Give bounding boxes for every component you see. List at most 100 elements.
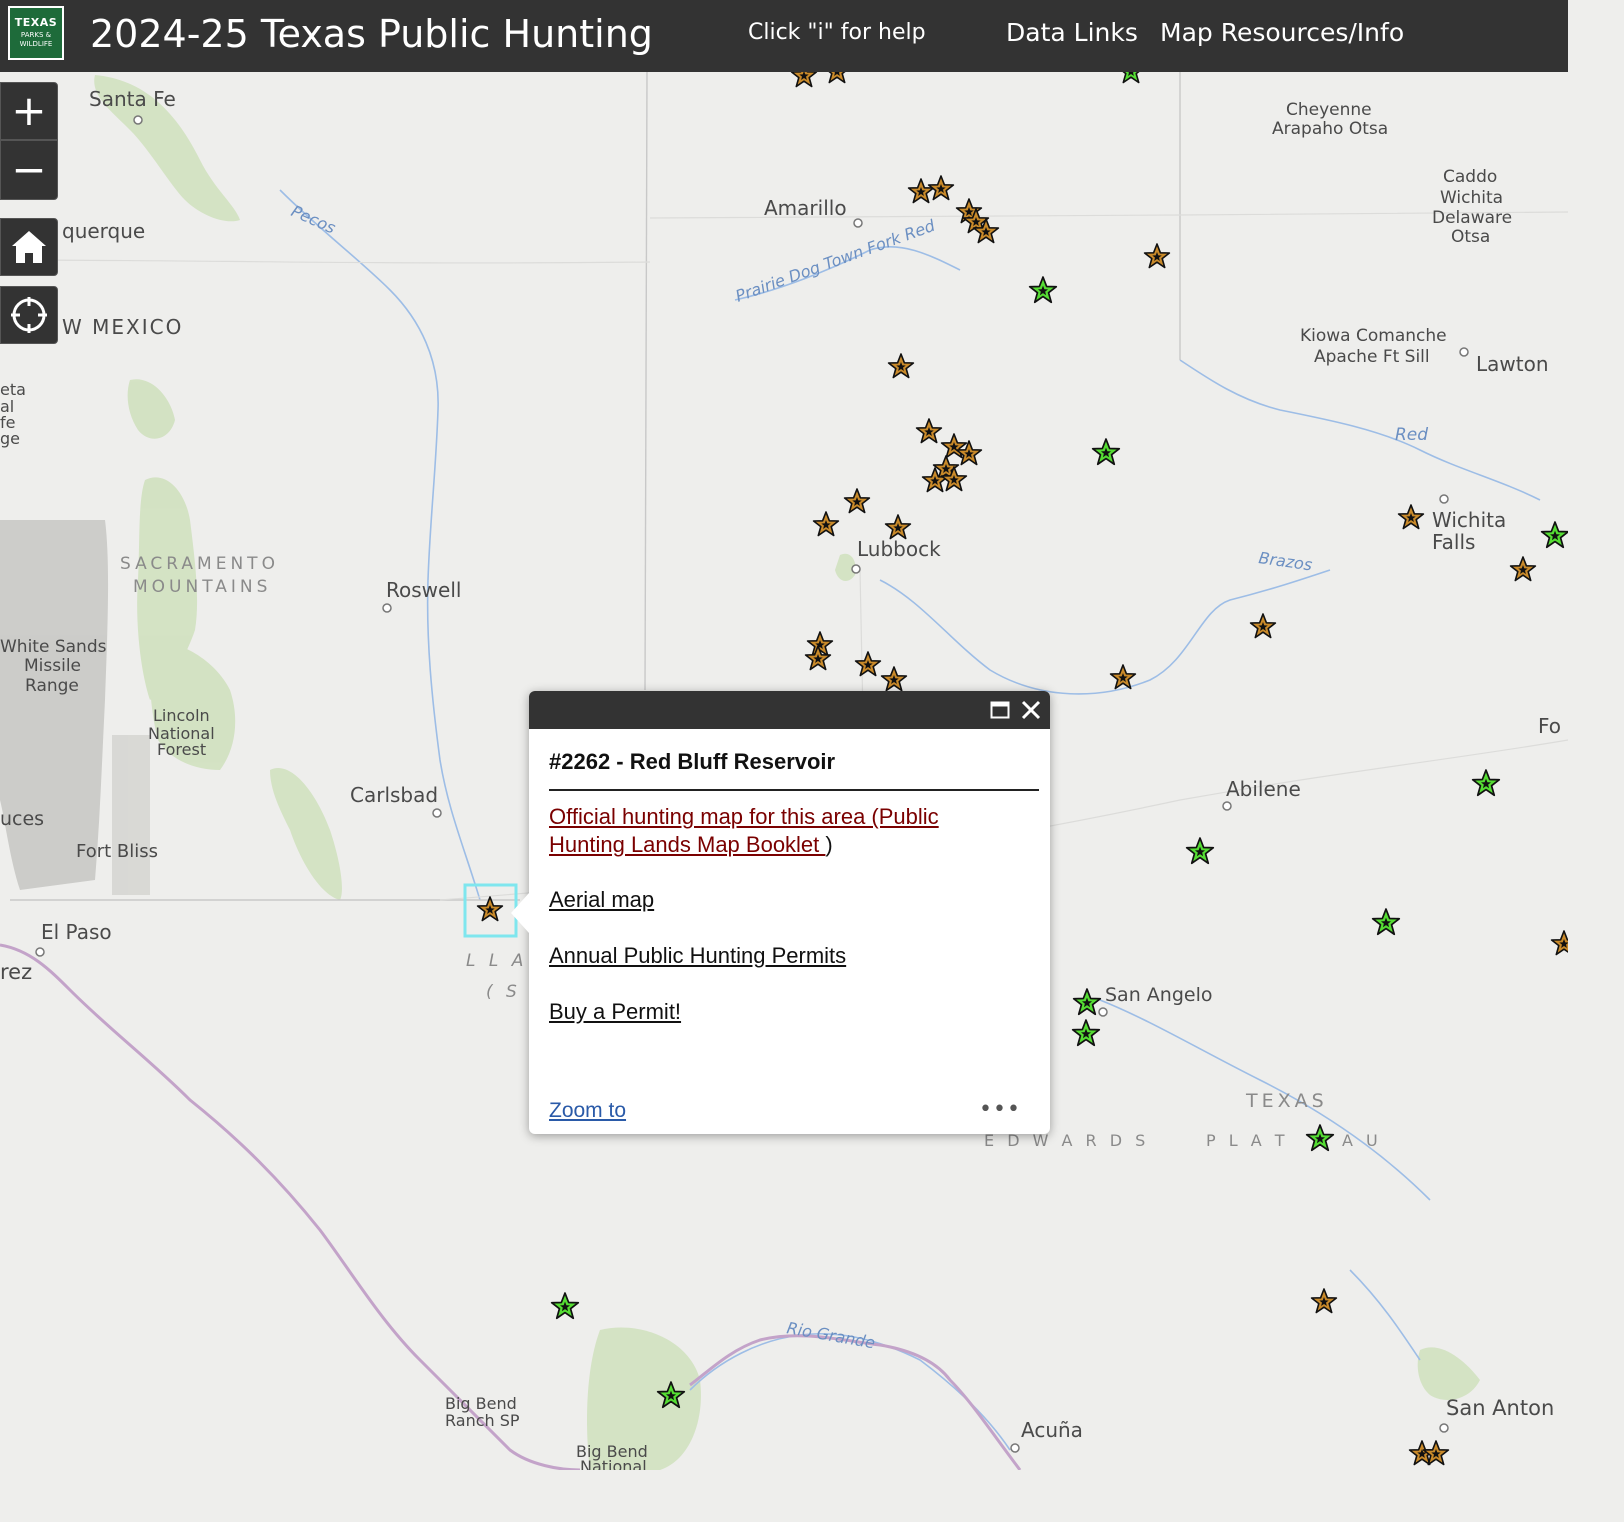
label-lincoln-1: Lincoln (153, 706, 210, 725)
popup-pointer (511, 893, 529, 933)
feature-popup: #2262 - Red Bluff Reservoir Official hun… (511, 691, 1050, 1134)
zoom-in-button[interactable]: + (0, 82, 58, 140)
label-big-bend-np-2: National (580, 1457, 647, 1470)
label-acuna: Acuña (1021, 1418, 1083, 1442)
annual-permits-link[interactable]: Annual Public Hunting Permits (549, 943, 846, 969)
label-big-bend-ranch-2: Ranch SP (445, 1411, 520, 1430)
label-wichita-falls-1: Wichita (1432, 508, 1506, 532)
hunting-area-marker[interactable] (1109, 664, 1137, 690)
label-cheyenne-1: Cheyenne (1286, 100, 1372, 120)
close-icon[interactable] (1020, 699, 1042, 721)
popup-divider (549, 789, 1039, 791)
label-prairie-dog: Prairie Dog Town Fork Red (733, 216, 938, 306)
hunting-area-marker[interactable] (884, 514, 912, 540)
label-sacramento-1: SACRAMENTO (120, 554, 279, 574)
label-san-antonio: San Anton (1446, 1396, 1554, 1420)
hunting-area-marker[interactable] (880, 666, 908, 692)
hunting-area-marker[interactable] (812, 511, 840, 537)
hunting-area-marker[interactable] (1071, 1019, 1101, 1047)
logo-line-2: PARKS & (20, 31, 52, 39)
label-texas: TEXAS (1245, 1090, 1328, 1112)
popup-header (529, 691, 1050, 729)
hunting-area-marker[interactable] (854, 651, 882, 677)
popup-title: #2262 - Red Bluff Reservoir (549, 749, 836, 774)
label-kiowa-1: Kiowa Comanche (1300, 326, 1447, 346)
label-caddo-1: Caddo (1443, 167, 1497, 187)
nav-data-links[interactable]: Data Links (1006, 18, 1138, 47)
hunting-area-marker[interactable] (1249, 613, 1277, 639)
nav-map-resources[interactable]: Map Resources/Info (1160, 18, 1404, 47)
label-fort-bliss: Fort Bliss (76, 841, 158, 862)
label-white-sands-3: Range (25, 676, 79, 696)
hunting-area-marker[interactable] (1550, 930, 1568, 956)
hunting-area-marker[interactable] (1143, 243, 1171, 269)
label-pecos: Pecos (288, 201, 338, 237)
hunting-area-marker[interactable] (887, 353, 915, 379)
hunting-area-marker[interactable] (1310, 1288, 1338, 1314)
hunting-area-marker[interactable] (1185, 837, 1215, 865)
official-map-link-text[interactable]: Official hunting map for this area (Publ… (549, 804, 939, 857)
label-kiowa-2: Apache Ft Sill (1314, 347, 1430, 367)
hunting-area-marker[interactable] (1540, 521, 1568, 549)
official-hunting-map-link[interactable]: Official hunting map for this area (Publ… (549, 803, 1009, 859)
crosshair-icon (11, 297, 47, 333)
label-rio-grande: Rio Grande (785, 1318, 876, 1352)
hunting-area-marker[interactable] (823, 72, 851, 84)
label-roswell: Roswell (386, 578, 461, 602)
hunting-area-marker[interactable] (907, 178, 935, 204)
label-edwards-2: P L A T (1206, 1131, 1289, 1150)
hunting-area-marker[interactable] (1028, 276, 1058, 304)
hunting-area-marker[interactable] (1091, 438, 1121, 466)
label-white-sands-2: Missile (24, 656, 81, 676)
zoom-to-link[interactable]: Zoom to (549, 1099, 626, 1123)
label-carlsbad: Carlsbad (350, 783, 438, 807)
home-button[interactable] (0, 218, 58, 276)
label-amarillo: Amarillo (764, 196, 847, 220)
label-lawton: Lawton (1476, 352, 1549, 376)
tpwd-logo: TEXAS PARKS & WILDLIFE (8, 6, 64, 60)
app-title: 2024-25 Texas Public Hunting (90, 12, 653, 56)
label-caddo-2: Wichita (1440, 188, 1503, 208)
zoom-out-button[interactable]: − (0, 140, 58, 200)
maximize-icon[interactable] (990, 700, 1010, 720)
label-santa-fe: Santa Fe (89, 87, 176, 111)
hunting-area-marker[interactable] (1397, 504, 1425, 530)
label-red-river: Red (1395, 425, 1428, 445)
help-hint: Click "i" for help (748, 20, 926, 45)
hunting-area-marker[interactable] (843, 488, 871, 514)
hunting-area-marker[interactable] (1305, 1124, 1335, 1152)
hunting-area-marker[interactable] (790, 72, 818, 88)
label-juarez: rez (0, 960, 32, 984)
hunting-area-marker[interactable] (550, 1292, 580, 1320)
label-caddo-3: Delaware (1432, 208, 1512, 228)
label-albuquerque: querque (62, 219, 145, 243)
hunting-area-marker[interactable] (915, 418, 943, 444)
label-san-angelo: San Angelo (1105, 984, 1212, 1006)
home-icon (12, 231, 46, 263)
label-left-edge-4: ge (0, 429, 20, 448)
official-map-paren: ) (825, 832, 833, 857)
label-fo: Fo (1538, 714, 1561, 738)
label-sacramento-2: MOUNTAINS (133, 577, 271, 597)
buy-permit-link[interactable]: Buy a Permit! (549, 999, 681, 1025)
label-cruces: uces (0, 808, 44, 830)
hunting-area-marker[interactable] (1072, 988, 1102, 1016)
locate-button[interactable] (0, 286, 58, 344)
hunting-area-marker[interactable] (1471, 769, 1501, 797)
label-llano-2: ( S (486, 982, 521, 1002)
hunting-area-marker[interactable] (1509, 556, 1537, 582)
label-el-paso: El Paso (41, 920, 112, 944)
label-caddo-4: Otsa (1451, 227, 1490, 247)
logo-line-3: WILDLIFE (19, 40, 53, 48)
label-edwards-3: A U (1342, 1131, 1382, 1150)
hunting-area-marker[interactable] (927, 175, 955, 201)
hunting-area-marker[interactable] (1117, 72, 1145, 84)
aerial-map-link[interactable]: Aerial map (549, 887, 654, 913)
label-abilene: Abilene (1226, 777, 1301, 801)
label-new-mexico: W MEXICO (62, 315, 183, 339)
app-header: TEXAS PARKS & WILDLIFE 2024-25 Texas Pub… (0, 0, 1568, 72)
label-wichita-falls-2: Falls (1432, 530, 1475, 554)
hunting-area-marker[interactable] (1371, 908, 1401, 936)
more-options-button[interactable]: ••• (979, 1097, 1021, 1122)
label-lincoln-3: Forest (157, 740, 206, 759)
